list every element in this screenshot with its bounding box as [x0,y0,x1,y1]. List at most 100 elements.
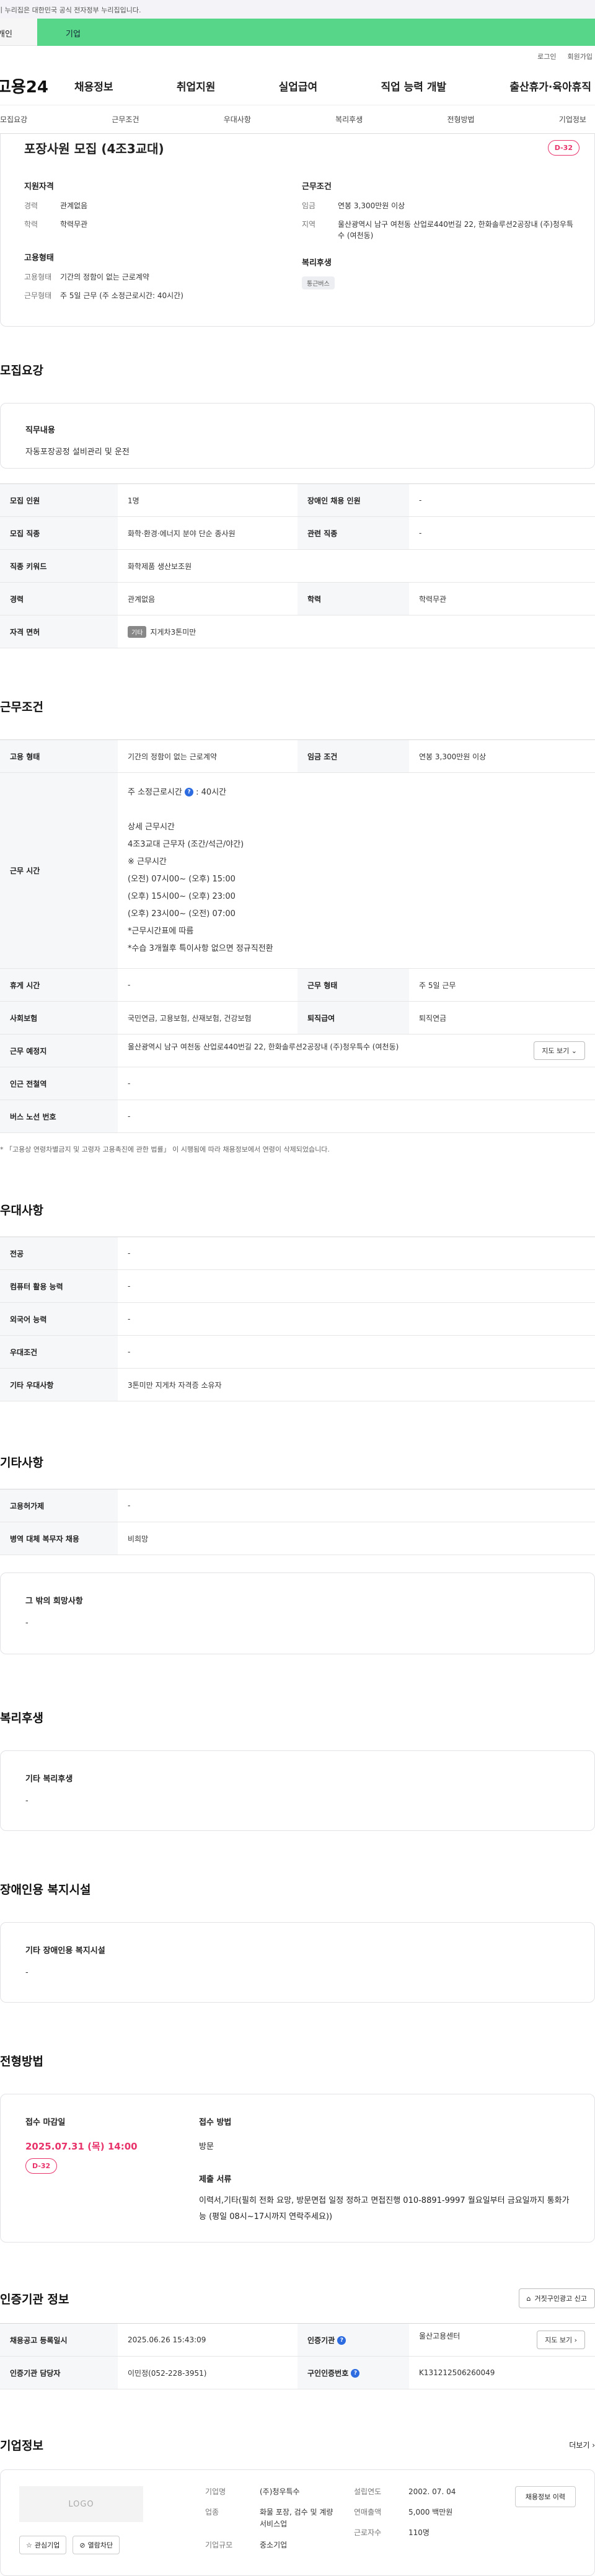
tab-individual[interactable]: 개인 [0,19,37,46]
license-cell: 기타 지게차3톤미만 [118,615,595,648]
welfare-box-value: - [25,1796,29,1806]
work-permit-value: - [118,1489,595,1522]
pref-condition-value: - [118,1335,595,1369]
tab-company[interactable]: 기업 [37,19,595,46]
utility-nav: 로그인 회원가입 [0,46,595,67]
insurance-value: 국민연금, 고용보험, 산재보험, 건강보험 [118,1001,298,1034]
info-icon[interactable]: ? [351,2369,360,2378]
company-name-row: 기업명 (주)청우특수 [205,2486,354,2498]
login-link[interactable]: 로그인 [537,51,556,61]
military-label: 병역 대체 복무자 채용 [0,1522,118,1555]
agency-map-button[interactable]: 지도 보기 › [537,2331,585,2349]
agency-org-cell: 울산고용센터 지도 보기 › [409,2323,595,2357]
break-label: 휴게 시간 [0,968,118,1002]
recruit-count-value: 1명 [118,483,298,517]
welfare-chip: 통근버스 [302,276,335,289]
break-value: - [118,968,298,1002]
qual-career: 경력 관계없음 [24,200,302,211]
company-more-link[interactable]: 더보기 › [569,2440,595,2450]
duty-value: 자동포장공정 설비관리 및 운전 [25,448,130,457]
qual-edu: 학력 학력무관 [24,219,302,230]
table-row: 우대조건 - [0,1335,595,1369]
summary-left: 지원자격 경력 관계없음 학력 학력무관 고용형태 고용형태 기간의 정함이 없는 근… [24,180,302,309]
emp-form-value: 기간의 정함이 없는 근로계약 [118,739,298,773]
report-ad-label: 거짓구인광고 신고 [534,2295,587,2303]
table-row: 자격 면허 기타 지게차3톤미만 [0,615,595,648]
tab-welfare[interactable]: 복리후생 [335,114,363,125]
license-label: 자격 면허 [0,615,118,648]
job-history-button[interactable]: 채용정보 이력 [514,2486,576,2507]
emp-form: 근무형태 주 5일 근무 (주 소정근로시간: 40시간) [24,290,302,301]
interest-company-button[interactable]: ☆ 관심기업 [19,2536,67,2554]
menu-vocational-training[interactable]: 직업 능력 개발 [381,78,446,94]
table-row: 근무 예정지 울산광역시 남구 여천동 산업로440번길 22, 한화솔루션2공… [0,1034,595,1067]
qual-edu-label: 학력 [24,220,38,229]
table-row: 기타 우대사항 3톤미만 지게차 자격증 소유자 [0,1368,595,1401]
site-logo[interactable]: 고용24 [0,74,74,97]
wage-label: 임금 조건 [298,739,409,773]
tab-recruit[interactable]: 모집요강 [0,114,27,125]
menu-employment-support[interactable]: 취업지원 [177,78,216,94]
table-row: 직종 키워드 화학제품 생산보조원 [0,549,595,583]
info-icon[interactable]: ? [337,2336,346,2345]
company-logo-col: LOGO ☆ 관심기업 ⊘ 열람차단 [19,2486,205,2559]
disab-section-title: 장애인용 복지시설 [0,1883,91,1897]
pref-major-value: - [118,1237,595,1270]
docs-label: 제출 서류 [199,2175,232,2184]
hours-line: 상세 근무시간 [128,822,175,832]
company-emp-row: 근로자수 110명 [354,2527,515,2539]
menu-jobs[interactable]: 채용정보 [74,78,113,94]
company-size-value: 중소기업 [260,2540,288,2549]
company-actions: ☆ 관심기업 ⊘ 열람차단 [19,2536,205,2554]
gov-banner: 이 누리집은 대한민국 공식 전자정부 누리집입니다. [0,0,595,19]
cond-wage-label: 임금 [302,201,316,210]
qual-career-label: 경력 [24,201,38,210]
company-emp-label: 근로자수 [354,2528,382,2538]
post-title: 포장사원 모집 (4조3교대) [24,141,164,156]
table-row: 사회보험 국민연금, 고용보험, 산재보험, 건강보험 퇴직급여 퇴직연금 [0,1001,595,1034]
emp-form-label: 고용 형태 [0,739,118,773]
pref-computer-value: - [118,1269,595,1303]
company-logo: LOGO [19,2486,143,2522]
menu-parental-leave[interactable]: 출산휴가·육아휴직 [509,78,591,94]
disab-box-value: - [25,1968,29,1977]
company-year-row: 설립연도 2002. 07. 04 [354,2486,515,2498]
block-view-label: 열람차단 [87,2541,113,2549]
info-icon[interactable]: ? [185,788,193,796]
map-view-button[interactable]: 지도 보기 ⌄ [534,1041,585,1060]
table-row: 병역 대체 복무자 채용 비희망 [0,1522,595,1555]
company-info-left: 기업명 (주)청우특수 업종 화물 포장, 검수 및 계량 서비스업 기업규모 중소기… [205,2486,354,2559]
cond-region: 지역 울산광역시 남구 여천동 산업로440번길 22, 한화솔루션2공장내 (주… [302,219,580,241]
report-ad-button[interactable]: ⌂ 거짓구인광고 신고 [518,2288,595,2308]
section-tabs: 모집요강 근무조건 우대사항 복리후생 전형방법 기업정보 [0,105,595,134]
tab-preferences[interactable]: 우대사항 [224,114,251,125]
company-name-value: (주)청우특수 [260,2487,300,2496]
screen-deadline-col: 접수 마감일 2025.07.31 (목) 14:00 D-32 [25,2115,199,2221]
tab-company-info[interactable]: 기업정보 [559,114,586,125]
signup-link[interactable]: 회원가입 [568,51,593,61]
pref-language-value: - [118,1302,595,1336]
etc-box-title: 그 밖의 희망사항 [25,1597,83,1606]
menu-unemployment-benefit[interactable]: 실업급여 [279,78,318,94]
hours-line: *수습 3개월후 특이사항 없으면 정규직전환 [128,943,273,953]
hours-line: (오후) 23시00~ (오전) 07:00 [128,909,236,919]
pref-computer-label: 컴퓨터 활용 능력 [0,1269,118,1303]
chevron-down-icon: ⌄ [571,1047,577,1055]
tab-screening[interactable]: 전형방법 [447,114,474,125]
table-row: 전공 - [0,1237,595,1270]
recruit-section-title: 모집요강 [0,364,43,377]
block-view-button[interactable]: ⊘ 열람차단 [73,2536,120,2554]
etc-table: 고용허가제 - 병역 대체 복무자 채용 비희망 [0,1489,595,1555]
table-row: 모집 인원 1명 장애인 채용 인원 - [0,483,595,517]
dday-badge: D-32 [25,2158,58,2174]
cert-id-value: K131212506260049 [409,2356,595,2389]
tab-work-conditions[interactable]: 근무조건 [112,114,139,125]
table-row: 컴퓨터 활용 능력 - [0,1269,595,1303]
table-row: 경력 관계없음 학력 학력무관 [0,582,595,615]
company-card: LOGO ☆ 관심기업 ⊘ 열람차단 기업명 (주)청우특수 업종 화물 포장, 검수 … [0,2469,595,2576]
subway-label: 인근 전철역 [0,1067,118,1100]
agency-manager-value: 이민정(052-228-3951) [118,2356,298,2389]
qual-edu-value: 학력무관 [60,220,88,229]
retirement-label: 퇴직급여 [298,1001,409,1034]
agency-org-label-text: 인증기관 [307,2336,335,2345]
